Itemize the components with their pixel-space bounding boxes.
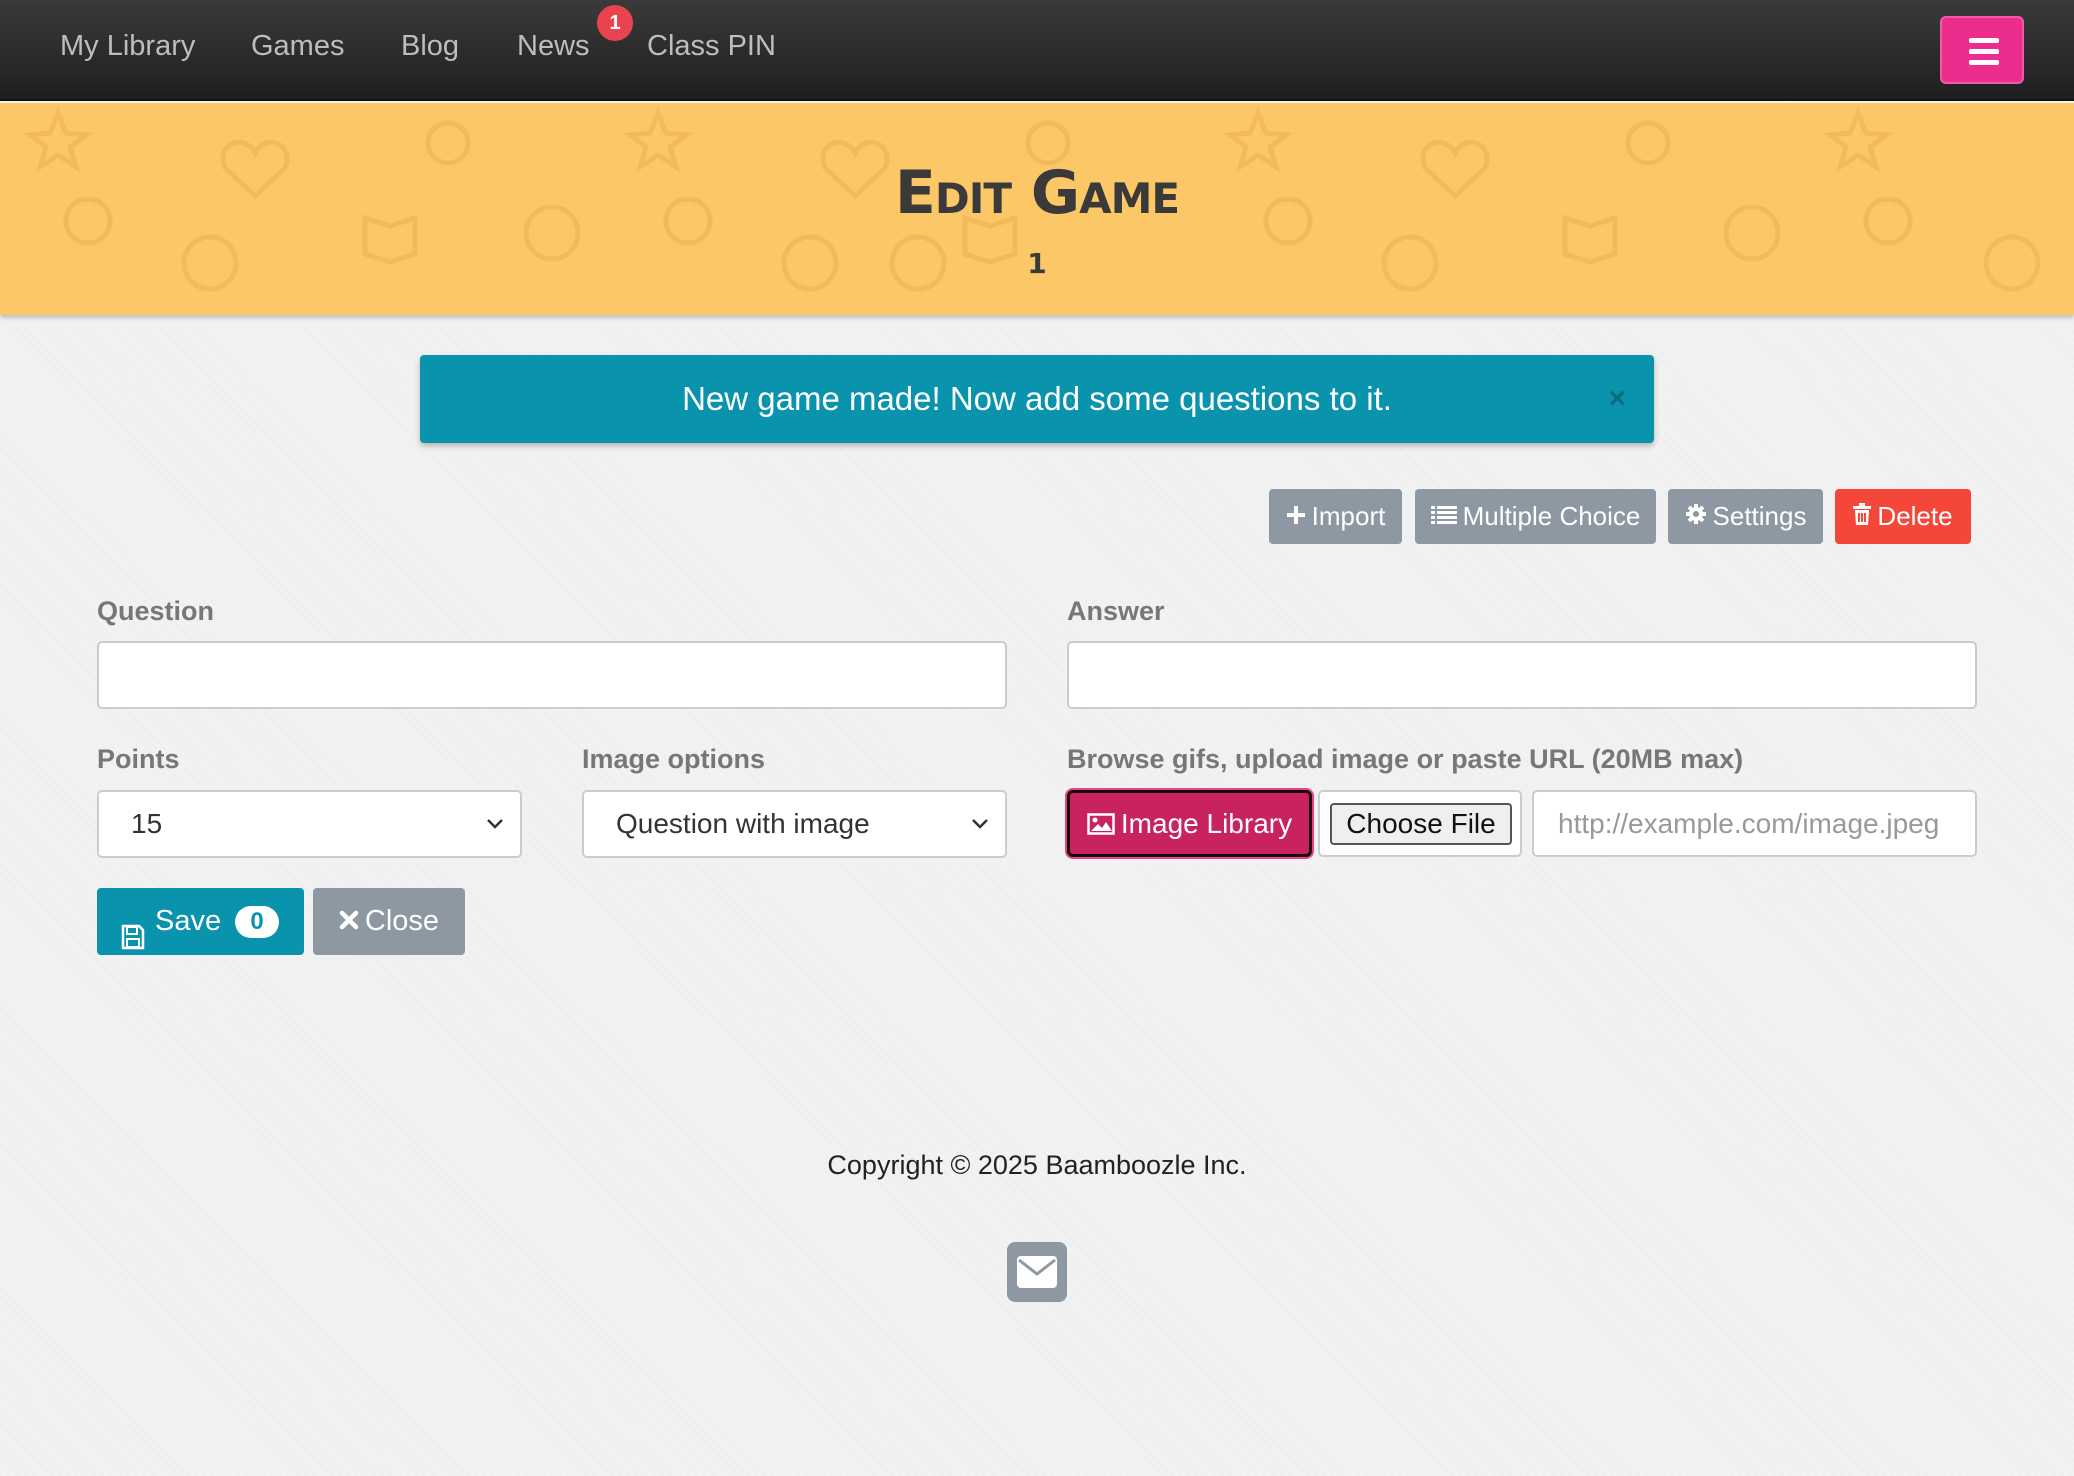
image-options-select[interactable]: Question with image (582, 790, 1007, 858)
settings-label: Settings (1712, 501, 1807, 531)
answer-input[interactable] (1067, 641, 1977, 709)
contact-button[interactable] (1007, 1242, 1067, 1302)
chevron-down-icon (971, 792, 989, 881)
delete-button[interactable]: Delete (1835, 489, 1971, 544)
points-label: Points (97, 744, 180, 774)
alert-close-button[interactable]: × (1608, 355, 1626, 443)
image-icon (1087, 795, 1115, 856)
mail-icon (1016, 1255, 1058, 1294)
copyright-text: Copyright © 2025 Baamboozle Inc. (827, 1150, 1247, 1180)
alert-message: New game made! Now add some questions to… (682, 380, 1392, 417)
image-options-value: Question with image (616, 808, 870, 839)
import-button[interactable]: Import (1269, 489, 1402, 544)
nav-news[interactable]: News (517, 30, 590, 63)
close-icon (339, 888, 359, 955)
file-upload: Choose File (1318, 790, 1522, 857)
save-button[interactable]: Save 0 (97, 888, 304, 955)
close-label: Close (364, 905, 440, 937)
points-value: 15 (131, 808, 163, 839)
nav-games[interactable]: Games (251, 30, 344, 63)
list-icon (1430, 489, 1457, 544)
chevron-down-icon (486, 792, 504, 881)
question-label: Question (97, 596, 215, 626)
nav-class-pin[interactable]: Class PIN (647, 30, 776, 63)
save-count-badge: 0 (235, 906, 279, 938)
close-button[interactable]: Close (313, 888, 465, 955)
answer-label: Answer (1067, 596, 1165, 626)
choose-file-button[interactable]: Choose File (1330, 803, 1512, 845)
menu-button[interactable] (1940, 16, 2024, 84)
import-label: Import (1311, 501, 1386, 531)
trash-icon (1853, 489, 1872, 544)
question-input[interactable] (97, 641, 1007, 709)
points-select[interactable]: 15 (97, 790, 522, 858)
nav-blog[interactable]: Blog (401, 30, 459, 63)
save-label: Save (155, 905, 222, 937)
gear-icon (1685, 489, 1707, 544)
image-library-button[interactable]: Image Library (1067, 790, 1312, 857)
delete-label: Delete (1877, 501, 1953, 531)
image-url-input[interactable] (1532, 790, 1977, 857)
image-options-label: Image options (582, 744, 766, 774)
image-library-label: Image Library (1120, 808, 1293, 839)
save-icon (121, 908, 145, 975)
success-alert: New game made! Now add some questions to… (420, 355, 1654, 443)
nav-my-library[interactable]: My Library (60, 30, 195, 63)
settings-button[interactable]: Settings (1668, 489, 1823, 544)
game-id: 1 (1027, 247, 1047, 280)
page-title: Edit Game (894, 158, 1180, 228)
news-badge: 1 (597, 5, 633, 41)
multiple-choice-button[interactable]: Multiple Choice (1415, 489, 1656, 544)
top-navbar: My Library Games Blog News 1 Class PIN (0, 0, 2074, 101)
header-banner: Edit Game 1 (0, 103, 2074, 315)
image-source-label: Browse gifs, upload image or paste URL (… (1067, 744, 1744, 774)
plus-icon (1286, 489, 1306, 544)
multiple-choice-label: Multiple Choice (1462, 501, 1641, 531)
